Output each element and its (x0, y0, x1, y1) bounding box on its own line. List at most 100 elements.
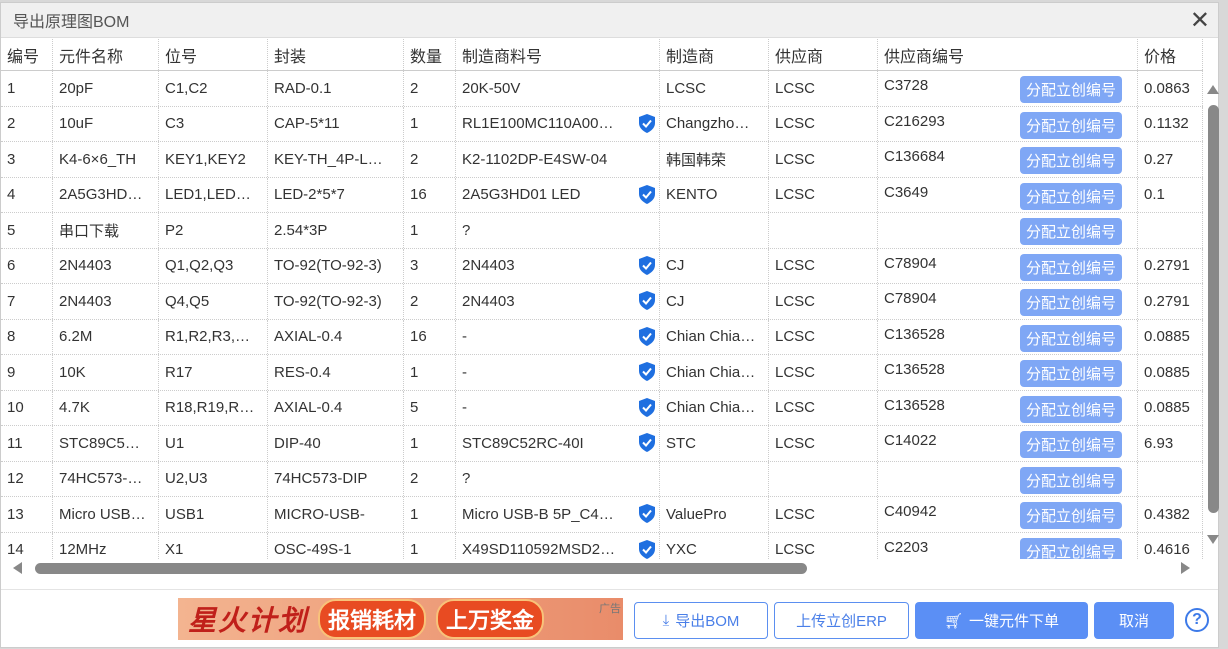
column-header[interactable]: 封装 (268, 39, 404, 70)
vertical-scrollbar[interactable] (1204, 75, 1220, 555)
cancel-button[interactable]: 取消 (1094, 602, 1174, 639)
cell-footprint: RAD-0.1 (268, 71, 404, 106)
assign-lcsc-number-button[interactable]: 分配立创编号 (1019, 395, 1122, 423)
supplier-text: LCSC (775, 150, 816, 168)
supplier-text: LCSC (775, 363, 816, 381)
column-header[interactable]: 制造商料号 (456, 39, 660, 70)
cell-designator: LED1,LED… (159, 177, 268, 212)
assign-lcsc-number-button[interactable]: 分配立创编号 (1019, 218, 1122, 245)
supplier-no-text: C136528 (884, 325, 945, 343)
scroll-left-icon[interactable] (13, 562, 22, 574)
column-header[interactable]: 元件名称 (53, 39, 159, 70)
assign-lcsc-number-button[interactable]: 分配立创编号 (1019, 289, 1122, 316)
manufacturer-text: CJ (666, 257, 685, 275)
assign-lcsc-number-button[interactable]: 分配立创编号 (1019, 253, 1122, 281)
scroll-up-icon[interactable] (1207, 85, 1219, 94)
table-row[interactable]: 1 20pF C1,C2 RAD-0.1 2 20K-50V LCSC LCSC C3728 分配… (1, 71, 1203, 107)
one-click-order-button[interactable]: 🛒︎ 一键元件下单 (915, 602, 1088, 639)
cell-qty: 16 (404, 319, 456, 354)
assign-lcsc-number-button[interactable]: 分配立创编号 (1019, 537, 1122, 559)
scroll-down-icon[interactable] (1207, 535, 1219, 544)
no-text: 2 (7, 115, 16, 133)
table-row[interactable]: 7 2N4403 Q4,Q5 TO-92(TO-92-3) 2 2N4403 CJ LCSC C… (1, 284, 1203, 320)
price-text: 0.2791 (1144, 257, 1190, 275)
no-text: 13 (7, 505, 24, 523)
assign-lcsc-number-button[interactable]: 分配立创编号 (1019, 360, 1122, 387)
supplier-no-text: C216293 (884, 112, 945, 130)
export-bom-dialog: 导出原理图BOM ✕ 编号 元件名称 位号 封装 数量 制造商料号 制造商 供应商 供应商编号价… (0, 2, 1219, 648)
cell-mpn: X49SD110592MSD2… (456, 532, 660, 559)
price-text: 0.0863 (1144, 79, 1190, 97)
export-bom-button[interactable]: ⤓ 导出BOM (634, 602, 768, 639)
cell-supplier: LCSC (769, 248, 878, 283)
manufacturer-text: ValuePro (666, 505, 727, 523)
column-header[interactable]: 供应商编号 (878, 39, 1138, 70)
assign-lcsc-number-button[interactable]: 分配立创编号 (1019, 111, 1122, 139)
table-row[interactable]: 13 Micro USB… USB1 MICRO-USB- 1 Micro USB-B 5… (1, 497, 1203, 533)
cell-name: K4-6×6_TH (53, 142, 159, 177)
column-header[interactable]: 编号 (1, 39, 53, 70)
name-text: 10uF (59, 115, 94, 133)
column-header[interactable]: 数量 (404, 39, 456, 70)
manufacturer-text: Chian Chia… (666, 363, 756, 381)
table-row[interactable]: 4 2A5G3HD… LED1,LED… LED-2*5*7 16 2A5G3HD01 L… (1, 177, 1203, 213)
table-row[interactable]: 3 K4-6×6_TH KEY1,KEY2 KEY-TH_4P-L… 2 K2-1102D… (1, 142, 1203, 178)
cell-designator: R18,R19,R… (159, 390, 268, 425)
assign-lcsc-number-button[interactable]: 分配立创编号 (1019, 502, 1122, 529)
name-text: STC89C5… (59, 434, 140, 452)
table-row[interactable]: 14 12MHz X1 OSC-49S-1 1 X49SD110592MSD2… YXC LC… (1, 532, 1203, 559)
table-row[interactable]: 2 10uF C3 CAP-5*11 1 RL1E100MC110A00… Changzho… (1, 106, 1203, 142)
assign-lcsc-number-button[interactable]: 分配立创编号 (1019, 76, 1122, 103)
close-icon[interactable]: ✕ (1190, 9, 1210, 33)
table-row[interactable]: 6 2N4403 Q1,Q2,Q3 TO-92(TO-92-3) 3 2N4403 CJ LC… (1, 248, 1203, 284)
cell-mpn: RL1E100MC110A00… (456, 106, 660, 141)
manufacturer-text: KENTO (666, 186, 718, 204)
assign-lcsc-number-button[interactable]: 分配立创编号 (1019, 324, 1122, 352)
upload-erp-button[interactable]: 上传立创ERP (774, 602, 909, 639)
assign-lcsc-number-button[interactable]: 分配立创编号 (1019, 147, 1122, 174)
cell-footprint: 74HC573-DIP (268, 461, 404, 496)
supplier-no-text: C78904 (884, 290, 937, 307)
column-header[interactable]: 位号 (159, 39, 268, 70)
ad-banner[interactable]: 星火计划 报销耗材 上万奖金 广告 (178, 598, 623, 640)
no-text: 4 (7, 186, 16, 204)
assign-lcsc-number-button[interactable]: 分配立创编号 (1019, 431, 1122, 458)
cell-no: 2 (1, 106, 53, 141)
table-row[interactable]: 9 10K R17 RES-0.4 1 - Chian Chia… LCSC C136528 分配… (1, 355, 1203, 391)
ad-text: 报销耗材 (318, 599, 427, 639)
no-text: 1 (7, 79, 16, 97)
assign-lcsc-number-button[interactable]: 分配立创编号 (1019, 182, 1122, 210)
cell-price: 0.1 (1138, 177, 1203, 212)
cell-manufacturer: KENTO (660, 177, 769, 212)
table-row[interactable]: 10 4.7K R18,R19,R… AXIAL-0.4 5 - Chian Chia… LC… (1, 390, 1203, 426)
cell-supplier-no: C136528 分配立创编号 (878, 355, 1138, 390)
cell-qty: 1 (404, 213, 456, 248)
footprint-text: OSC-49S-1 (274, 541, 352, 559)
supplier-text: LCSC (775, 434, 816, 452)
table-row[interactable]: 12 74HC573-… U2,U3 74HC573-DIP 2? 分配立创编号 (1, 461, 1203, 497)
mpn-text: ? (462, 221, 471, 239)
no-text: 5 (7, 221, 16, 239)
assign-lcsc-number-button[interactable]: 分配立创编号 (1019, 466, 1122, 494)
cell-price: 0.0885 (1138, 319, 1203, 354)
cell-supplier: LCSC (769, 497, 878, 532)
scroll-right-icon[interactable] (1181, 562, 1190, 574)
cell-no: 3 (1, 142, 53, 177)
mpn-text: 20K-50V (462, 79, 521, 97)
table-row[interactable]: 5 串口下载 P2 2.54*3P 1? 分配立创编号 (1, 213, 1203, 249)
vertical-scroll-thumb[interactable] (1208, 105, 1219, 513)
horizontal-scrollbar[interactable] (1, 559, 1203, 577)
cell-name: 串口下载 (53, 213, 159, 248)
cell-supplier (769, 213, 878, 248)
cell-supplier-no: C40942 分配立创编号 (878, 497, 1138, 532)
help-icon[interactable]: ? (1185, 608, 1209, 632)
column-header[interactable]: 价格 (1138, 39, 1203, 70)
column-header[interactable]: 制造商 (660, 39, 769, 70)
table-row[interactable]: 8 6.2M R1,R2,R3,… AXIAL-0.4 16 - Chian Chia… LC… (1, 319, 1203, 355)
cell-footprint: AXIAL-0.4 (268, 319, 404, 354)
horizontal-scroll-thumb[interactable] (35, 563, 807, 574)
price-text: 0.4382 (1144, 505, 1190, 523)
table-row[interactable]: 11 STC89C5… U1 DIP-40 1 STC89C52RC-40I STC LCSC… (1, 426, 1203, 462)
manufacturer-text: 韩国韩荣 (666, 151, 727, 169)
column-header[interactable]: 供应商 (769, 39, 878, 70)
